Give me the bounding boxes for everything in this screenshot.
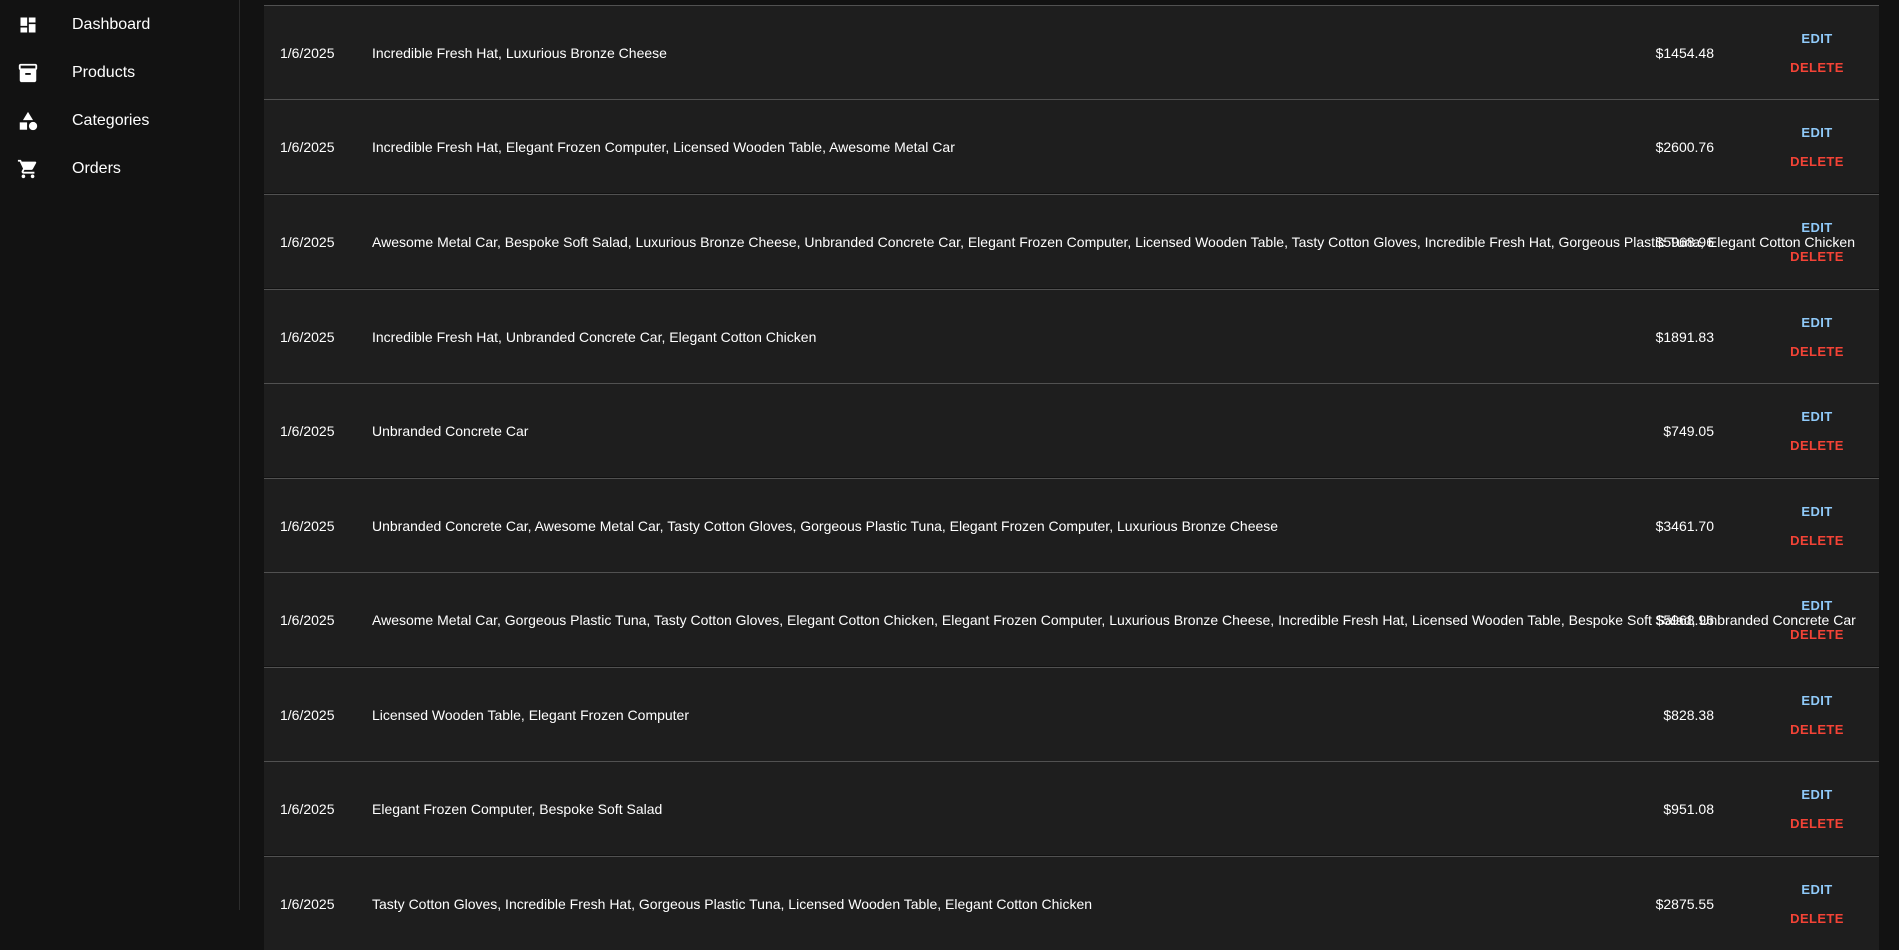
sidebar-item-label: Orders [72,160,121,177]
edit-button[interactable]: EDIT [1801,31,1832,46]
order-date: 1/6/2025 [280,422,335,439]
row-actions: EDIT DELETE [1755,290,1879,383]
edit-button[interactable]: EDIT [1801,315,1832,330]
sidebar-item-products[interactable]: Products [0,49,239,97]
delete-button[interactable]: DELETE [1790,249,1844,264]
row-actions: EDIT DELETE [1755,573,1879,666]
order-date: 1/6/2025 [280,611,335,628]
sidebar-item-orders[interactable]: Orders [0,145,239,193]
row-actions: EDIT DELETE [1755,857,1879,950]
order-items: Unbranded Concrete Car [372,422,529,439]
order-total: $1891.83 [1655,328,1714,345]
row-actions: EDIT DELETE [1755,195,1879,288]
table-row: 1/6/2025 Elegant Frozen Computer, Bespok… [264,761,1879,855]
order-total: $5968.96 [1655,611,1714,628]
sidebar-item-categories[interactable]: Categories [0,97,239,145]
order-items: Licensed Wooden Table, Elegant Frozen Co… [372,706,690,723]
order-date: 1/6/2025 [280,895,335,912]
table-row: 1/6/2025 Incredible Fresh Hat, Unbranded… [264,289,1879,383]
order-date: 1/6/2025 [280,706,335,723]
archive-icon [16,61,40,85]
order-date: 1/6/2025 [280,138,335,155]
order-date: 1/6/2025 [280,800,335,817]
delete-button[interactable]: DELETE [1790,60,1844,75]
table-row: 1/6/2025 Incredible Fresh Hat, Luxurious… [264,5,1879,99]
edit-button[interactable]: EDIT [1801,409,1832,424]
order-total: $749.05 [1663,422,1714,439]
dashboard-icon [16,13,40,37]
order-total: $3461.70 [1655,517,1714,534]
table-row: 1/6/2025 Unbranded Concrete Car $749.05 … [264,383,1879,477]
row-actions: EDIT DELETE [1755,668,1879,761]
edit-button[interactable]: EDIT [1801,787,1832,802]
delete-button[interactable]: DELETE [1790,154,1844,169]
row-actions: EDIT DELETE [1755,762,1879,855]
row-actions: EDIT DELETE [1755,479,1879,572]
order-total: $5968.96 [1655,233,1714,250]
row-actions: EDIT DELETE [1755,100,1879,193]
edit-button[interactable]: EDIT [1801,693,1832,708]
order-total: $2875.55 [1655,895,1714,912]
sidebar-item-dashboard[interactable]: Dashboard [0,1,239,49]
delete-button[interactable]: DELETE [1790,816,1844,831]
table-row: 1/6/2025 Awesome Metal Car, Gorgeous Pla… [264,572,1879,666]
cart-icon [16,157,40,181]
order-total: $1454.48 [1655,44,1714,61]
delete-button[interactable]: DELETE [1790,627,1844,642]
edit-button[interactable]: EDIT [1801,504,1832,519]
sidebar-item-label: Products [72,64,136,81]
sidebar-item-label: Dashboard [72,16,151,33]
table-row: 1/6/2025 Incredible Fresh Hat, Elegant F… [264,99,1879,193]
order-items: Elegant Frozen Computer, Bespoke Soft Sa… [372,800,663,817]
delete-button[interactable]: DELETE [1790,344,1844,359]
table-row: 1/6/2025 Unbranded Concrete Car, Awesome… [264,478,1879,572]
edit-button[interactable]: EDIT [1801,882,1832,897]
edit-button[interactable]: EDIT [1801,125,1832,140]
order-date: 1/6/2025 [280,44,335,61]
delete-button[interactable]: DELETE [1790,533,1844,548]
row-actions: EDIT DELETE [1755,384,1879,477]
delete-button[interactable]: DELETE [1790,438,1844,453]
edit-button[interactable]: EDIT [1801,220,1832,235]
order-total: $828.38 [1663,706,1714,723]
order-date: 1/6/2025 [280,328,335,345]
order-total: $2600.76 [1655,138,1714,155]
order-total: $951.08 [1663,800,1714,817]
order-date: 1/6/2025 [280,517,335,534]
table-row: 1/6/2025 Tasty Cotton Gloves, Incredible… [264,856,1879,950]
row-actions: EDIT DELETE [1755,6,1879,99]
sidebar: Dashboard Products Categories Orders [0,0,240,910]
table-row: 1/6/2025 Awesome Metal Car, Bespoke Soft… [264,194,1879,288]
delete-button[interactable]: DELETE [1790,911,1844,926]
table-row: 1/6/2025 Licensed Wooden Table, Elegant … [264,667,1879,761]
category-icon [16,109,40,133]
delete-button[interactable]: DELETE [1790,722,1844,737]
sidebar-item-label: Categories [72,112,150,129]
edit-button[interactable]: EDIT [1801,598,1832,613]
order-date: 1/6/2025 [280,233,335,250]
